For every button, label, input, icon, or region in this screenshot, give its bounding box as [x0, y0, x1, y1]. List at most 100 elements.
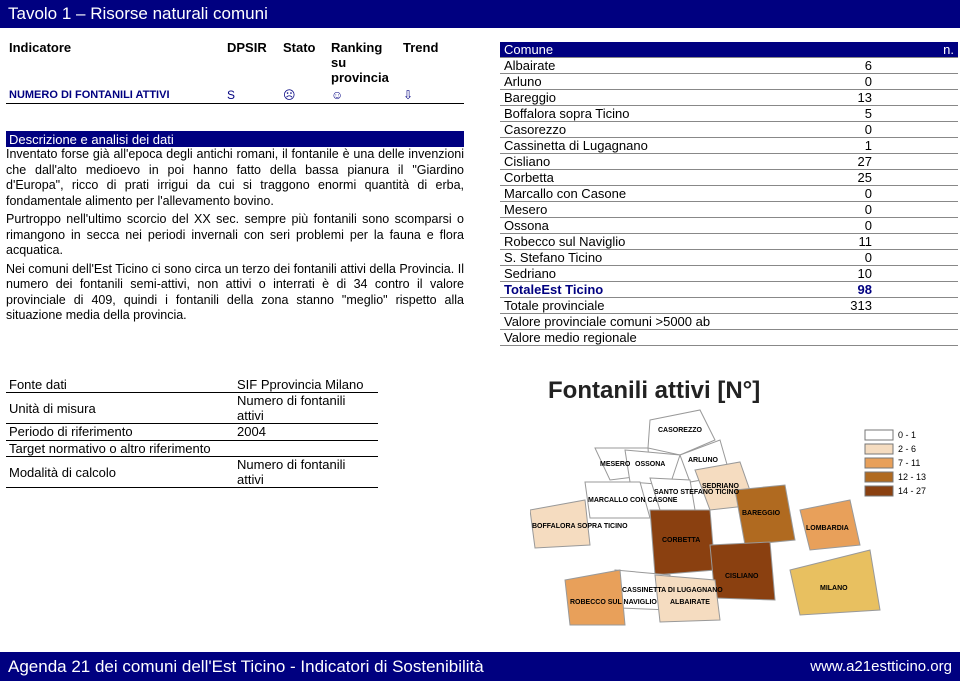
legend-swatch	[864, 471, 894, 483]
col-stato: Stato	[283, 40, 316, 55]
metadata-table: Fonte dati SIF Pprovincia Milano Unità di…	[6, 376, 378, 488]
prov-5000-value	[800, 313, 958, 331]
prov-5000-label: Valore provinciale comuni >5000 ab	[500, 313, 801, 331]
row-value: 0	[800, 217, 958, 235]
legend-label: 7 - 11	[898, 458, 920, 468]
col-ranking: Ranking su provincia	[331, 40, 389, 85]
page-title: Tavolo 1 – Risorse naturali comuni	[0, 0, 960, 28]
row-value: 10	[800, 265, 958, 283]
col-dpsir: DPSIR	[227, 40, 267, 55]
col-trend: Trend	[403, 40, 439, 55]
indicator-name: NUMERO DI FONTANILI ATTIVI	[6, 87, 224, 104]
meta-key: Modalità di calcolo	[6, 456, 234, 488]
legend-label: 0 - 1	[898, 430, 916, 440]
meta-key: Unità di misura	[6, 392, 234, 424]
regional-value	[800, 329, 958, 347]
dpsir-value: S	[224, 87, 280, 104]
row-value: 0	[800, 201, 958, 219]
map-label: MESERO	[600, 461, 631, 468]
table-row: Sedriano	[500, 265, 801, 283]
row-value: 6	[800, 57, 958, 75]
map-label: SANTO STEFANO TICINO	[654, 489, 740, 496]
meta-value: Numero di fontanili attivi	[234, 392, 378, 424]
map-legend: 0 - 1 2 - 6 7 - 11 12 - 13 14 - 27	[864, 429, 926, 497]
description-text: Inventato forse già all'epoca degli anti…	[6, 147, 464, 327]
map-label: CORBETTA	[662, 537, 700, 544]
legend-swatch	[864, 485, 894, 497]
table-row: Cassinetta di Lugagnano	[500, 137, 801, 155]
description-heading: Descrizione e analisi dei dati	[6, 131, 464, 147]
map-label: CASOREZZO	[658, 427, 703, 434]
table-row: Casorezzo	[500, 121, 801, 139]
row-value: 11	[800, 233, 958, 251]
map-label: BAREGGIO	[742, 510, 781, 517]
legend-swatch	[864, 457, 894, 469]
map-label: ROBECCO SUL NAVIGLIO	[570, 599, 657, 606]
map-label: MILANO	[820, 585, 848, 592]
meta-key: Periodo di riferimento	[6, 423, 234, 441]
row-value: 0	[800, 185, 958, 203]
col-indicatore: Indicatore	[9, 40, 72, 55]
row-value: 25	[800, 169, 958, 187]
map-label: MARCALLO CON CASONE	[588, 497, 678, 504]
map-label: LOMBARDIA	[806, 525, 849, 532]
meta-value: Numero di fontanili attivi	[234, 456, 378, 488]
col-n: n.	[800, 42, 958, 59]
legend-swatch	[864, 443, 894, 455]
description-paragraph: Inventato forse già all'epoca degli anti…	[6, 147, 464, 208]
total-est-label: TotaleEst Ticino	[500, 281, 801, 299]
fontanili-map: Fontanili attivi [N°] CASOREZZO MESERO O…	[530, 377, 926, 626]
table-row: Cisliano	[500, 153, 801, 171]
row-value: 0	[800, 73, 958, 91]
description-paragraph: Nei comuni dell'Est Ticino ci sono circa…	[6, 261, 464, 323]
table-row: Albairate	[500, 57, 801, 75]
table-row: Corbetta	[500, 169, 801, 187]
row-value: 5	[800, 105, 958, 123]
meta-value	[234, 440, 378, 457]
map-label: BOFFALORA SOPRA TICINO	[532, 523, 628, 530]
legend-swatch	[864, 429, 894, 441]
meta-value: SIF Pprovincia Milano	[234, 376, 378, 393]
legend-label: 12 - 13	[898, 472, 926, 482]
total-prov-label: Totale provinciale	[500, 297, 801, 315]
description-paragraph: Purtroppo nell'ultimo scorcio del XX sec…	[6, 212, 464, 257]
legend-label: 14 - 27	[898, 486, 926, 496]
regional-label: Valore medio regionale	[500, 329, 801, 347]
stato-icon: ☹	[280, 87, 328, 104]
meta-key: Fonte dati	[6, 376, 234, 393]
meta-value: 2004	[234, 423, 378, 441]
table-row: Marcallo con Casone	[500, 185, 801, 203]
row-value: 0	[800, 249, 958, 267]
map-label: CISLIANO	[725, 573, 759, 580]
table-row: S. Stefano Ticino	[500, 249, 801, 267]
table-row: Boffalora sopra Ticino	[500, 105, 801, 123]
row-value: 13	[800, 89, 958, 107]
total-est-value: 98	[800, 281, 958, 299]
table-row: Arluno	[500, 73, 801, 91]
trend-icon: ⇩	[400, 87, 464, 104]
indicator-table: Indicatore DPSIR Stato Ranking su provin…	[6, 38, 464, 104]
footer: Agenda 21 dei comuni dell'Est Ticino - I…	[0, 652, 960, 681]
table-row: Mesero	[500, 201, 801, 219]
map-title: Fontanili attivi [N°]	[548, 377, 760, 404]
map-area-robecco	[564, 569, 626, 626]
ranking-icon: ☺	[328, 87, 400, 104]
footer-url[interactable]: www.a21estticino.org	[810, 658, 952, 675]
map-label: OSSONA	[635, 461, 665, 468]
table-row: Bareggio	[500, 89, 801, 107]
map-label: ALBAIRATE	[670, 599, 710, 606]
map-area-milano	[789, 549, 881, 616]
map-label: CASSINETTA DI LUGAGNANO	[622, 587, 723, 594]
table-row: Robecco sul Naviglio	[500, 233, 801, 251]
map-label: ARLUNO	[688, 457, 718, 464]
col-comune: Comune	[500, 42, 801, 59]
meta-key: Target normativo o altro riferimento	[6, 440, 234, 457]
total-prov-value: 313	[800, 297, 958, 315]
municipality-table: Comune n. Albairate 6 Arluno 0 Bareggio 13 …	[500, 42, 958, 347]
footer-title: Agenda 21 dei comuni dell'Est Ticino - I…	[8, 657, 484, 676]
row-value: 1	[800, 137, 958, 155]
map-label: SEDRIANO	[702, 483, 740, 490]
row-value: 27	[800, 153, 958, 171]
row-value: 0	[800, 121, 958, 139]
legend-label: 2 - 6	[898, 444, 916, 454]
